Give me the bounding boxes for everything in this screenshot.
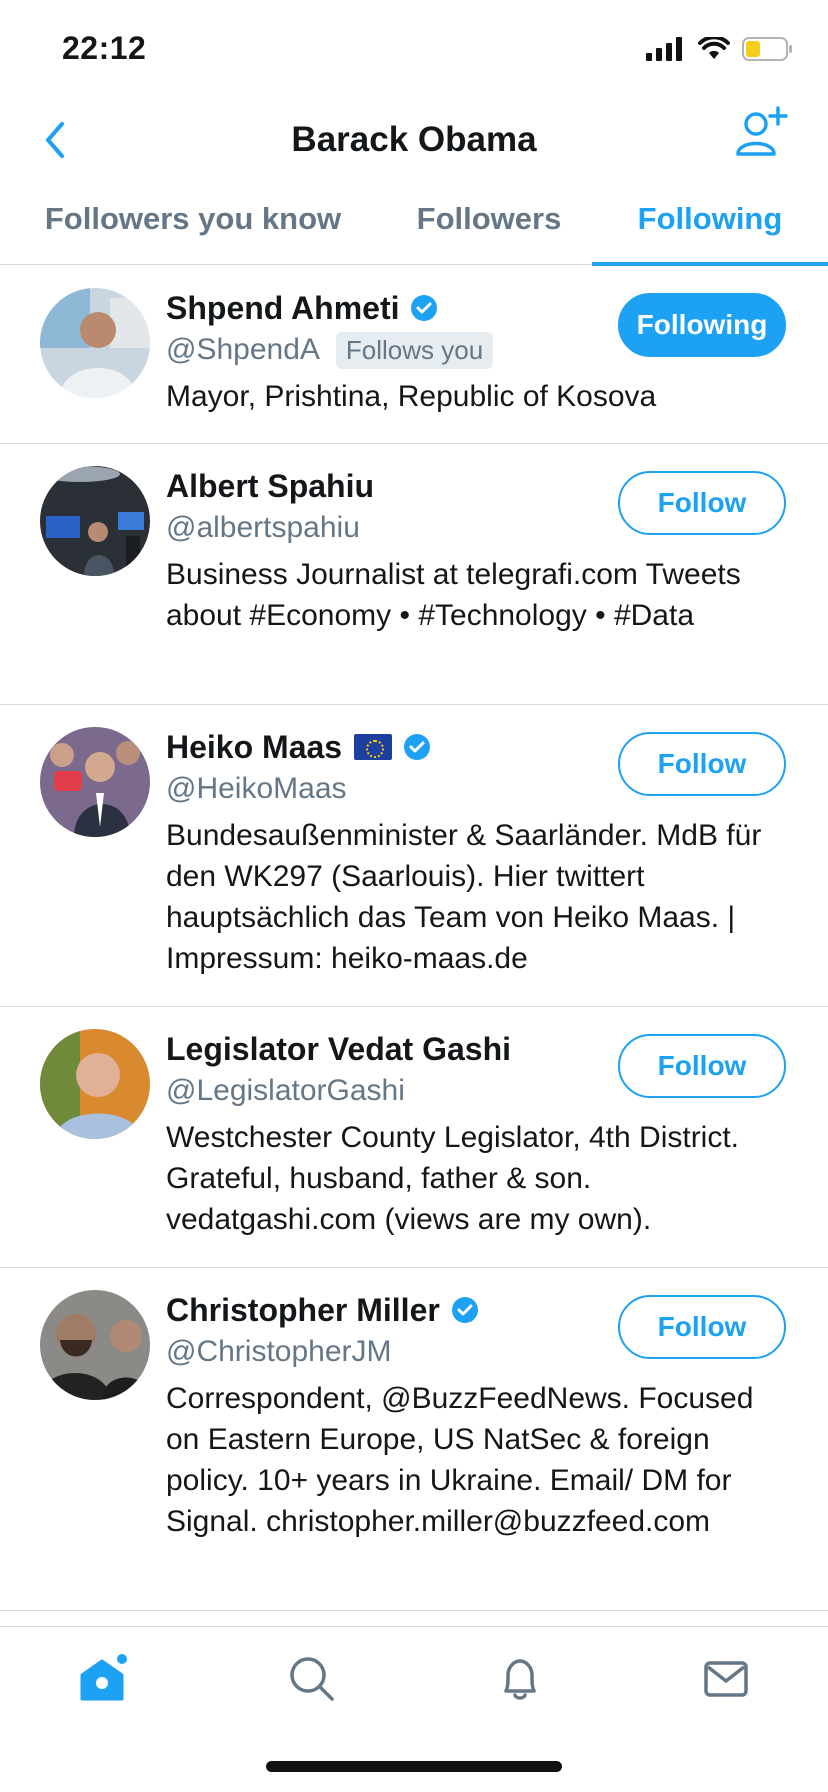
avatar[interactable] <box>40 1029 150 1139</box>
user-name[interactable]: Christopher Miller <box>166 1292 440 1329</box>
tab-search[interactable] <box>282 1649 342 1709</box>
home-indicator <box>266 1761 562 1772</box>
add-user-icon <box>736 106 788 156</box>
bell-icon <box>504 1659 536 1700</box>
home-icon <box>80 1654 127 1701</box>
user-handle: @LegislatorGashi <box>166 1074 405 1107</box>
user-handle: @albertspahiu <box>166 511 360 544</box>
tab-notifications[interactable] <box>490 1649 550 1709</box>
verified-badge-icon <box>404 734 431 760</box>
follows-you-badge: Follows you <box>335 331 494 369</box>
user-bio: Correspondent, @BuzzFeedNews. Focused on… <box>166 1382 754 1538</box>
user-name[interactable]: Shpend Ahmeti <box>166 290 399 327</box>
status-time: 22:12 <box>62 30 147 66</box>
user-name[interactable]: Legislator Vedat Gashi <box>166 1031 511 1068</box>
following-list: Shpend Ahmeti @ShpendA Follows you Mayor… <box>0 266 828 1611</box>
user-row[interactable]: Heiko Maas @HeikoMaas Bundesaußenministe… <box>0 705 828 1007</box>
status-bar: 22:12 <box>0 0 828 100</box>
tab-followers[interactable]: Followers <box>396 180 582 265</box>
status-icons <box>646 36 794 62</box>
battery-icon <box>742 37 792 61</box>
avatar[interactable] <box>40 727 150 837</box>
tab-strip: Followers you know Followers Following <box>0 180 828 266</box>
add-user-button[interactable] <box>732 104 792 164</box>
verified-badge-icon <box>411 295 438 321</box>
following-button[interactable]: Following <box>618 293 786 357</box>
user-row[interactable]: Albert Spahiu @albertspahiu Business Jou… <box>0 444 828 705</box>
user-row[interactable]: Shpend Ahmeti @ShpendA Follows you Mayor… <box>0 266 828 444</box>
eu-flag-icon <box>354 734 393 760</box>
user-bio: Business Journalist at telegrafi.com Twe… <box>166 558 741 632</box>
page-title: Barack Obama <box>291 120 537 159</box>
follow-button[interactable]: Follow <box>618 471 786 535</box>
user-handle: @ChristopherJM <box>166 1335 392 1368</box>
follow-button[interactable]: Follow <box>618 1295 786 1359</box>
avatar[interactable] <box>40 466 150 576</box>
avatar[interactable] <box>40 288 150 398</box>
tab-following[interactable]: Following <box>592 180 828 265</box>
nav-header: Barack Obama <box>0 100 828 180</box>
user-bio: Westchester County Legislator, 4th Distr… <box>166 1121 740 1236</box>
tab-home[interactable] <box>74 1649 134 1709</box>
bottom-tab-bar <box>0 1626 828 1792</box>
signal-icon <box>646 37 682 61</box>
user-handle: @HeikoMaas <box>166 772 347 805</box>
user-row[interactable]: Legislator Vedat Gashi @LegislatorGashi … <box>0 1007 828 1268</box>
tab-followers-you-know[interactable]: Followers you know <box>0 180 386 265</box>
follow-button[interactable]: Follow <box>618 732 786 796</box>
user-name[interactable]: Heiko Maas <box>166 729 342 766</box>
user-bio: Mayor, Prishtina, Republic of Kosova <box>166 380 657 413</box>
tab-messages[interactable] <box>696 1649 756 1709</box>
user-handle: @ShpendA <box>166 333 320 366</box>
user-bio: Bundesaußenminister & Saarländer. MdB fü… <box>166 819 762 975</box>
user-row[interactable]: Christopher Miller @ChristopherJM Corres… <box>0 1268 828 1611</box>
user-name[interactable]: Albert Spahiu <box>166 468 374 505</box>
avatar[interactable] <box>40 1290 150 1400</box>
wifi-icon <box>698 37 730 59</box>
search-icon <box>290 1657 334 1701</box>
mail-icon <box>704 1661 748 1697</box>
verified-badge-icon <box>451 1297 478 1323</box>
follow-button[interactable]: Follow <box>618 1034 786 1098</box>
